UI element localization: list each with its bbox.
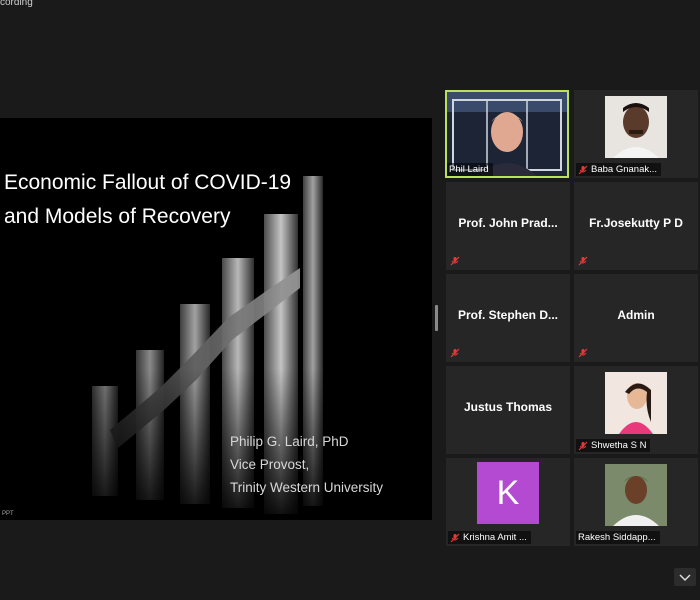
presenter-role: Vice Provost, [230,457,310,472]
shared-screen-slide: Economic Fallout of COVID-19 and Models … [0,118,432,520]
participant-name: Prof. Stephen D... [457,308,558,322]
participant-tile[interactable]: Phil Laird [445,90,569,178]
participant-tile[interactable]: Admin [574,274,698,362]
participant-tile[interactable]: K Krishna Amit ... [446,458,570,546]
participant-tile[interactable]: Prof. Stephen D... [446,274,570,362]
participant-name: Prof. John Prad... [458,216,558,230]
participant-tile[interactable]: Fr.Josekutty P D [574,182,698,270]
muted-mic-icon [450,348,460,358]
muted-mic-icon [578,165,588,174]
chevron-down-icon[interactable] [674,568,696,586]
slide-title-line2: and Models of Recovery [4,205,231,228]
participant-tile[interactable]: Prof. John Prad... [446,182,570,270]
view-splitter-handle[interactable] [435,305,438,331]
participant-initial-avatar: K [477,462,539,524]
ppt-tag: PPT [2,511,14,517]
participant-name: Fr.Josekutty P D [589,216,683,230]
participant-name-tag: Krishna Amit ... [448,531,531,544]
participant-tile[interactable]: Justus Thomas [446,366,570,454]
participant-tile[interactable]: Baba Gnanak... [574,90,698,178]
participant-photo [605,372,667,434]
participant-tile[interactable]: Shwetha S N [574,366,698,454]
participant-name-tag: Rakesh Siddapp... [576,531,660,544]
participant-photo [605,464,667,526]
participant-name: Admin [617,308,655,322]
muted-mic-icon [578,348,588,358]
muted-mic-icon [578,441,588,450]
participant-tile[interactable]: Rakesh Siddapp... [574,458,698,546]
muted-mic-icon [450,256,460,266]
participant-name-tag: Shwetha S N [576,439,651,452]
participant-photo [605,96,667,158]
participant-name-tag: Phil Laird [447,163,493,176]
slide-title: Economic Fallout of COVID-19 and Models … [4,166,324,234]
participant-name: Justus Thomas [463,400,553,414]
presenter-name: Philip G. Laird, PhD [230,434,349,449]
muted-mic-icon [578,256,588,266]
muted-mic-icon [450,533,460,542]
presenter-org: Trinity Western University [230,480,384,495]
presenter-info: Philip G. Laird, PhD Vice Provost, Trini… [230,430,383,499]
participant-name-tag: Baba Gnanak... [576,163,662,176]
slide-title-line1: Economic Fallout of COVID-19 [4,171,292,194]
recording-label: cording [0,0,33,8]
